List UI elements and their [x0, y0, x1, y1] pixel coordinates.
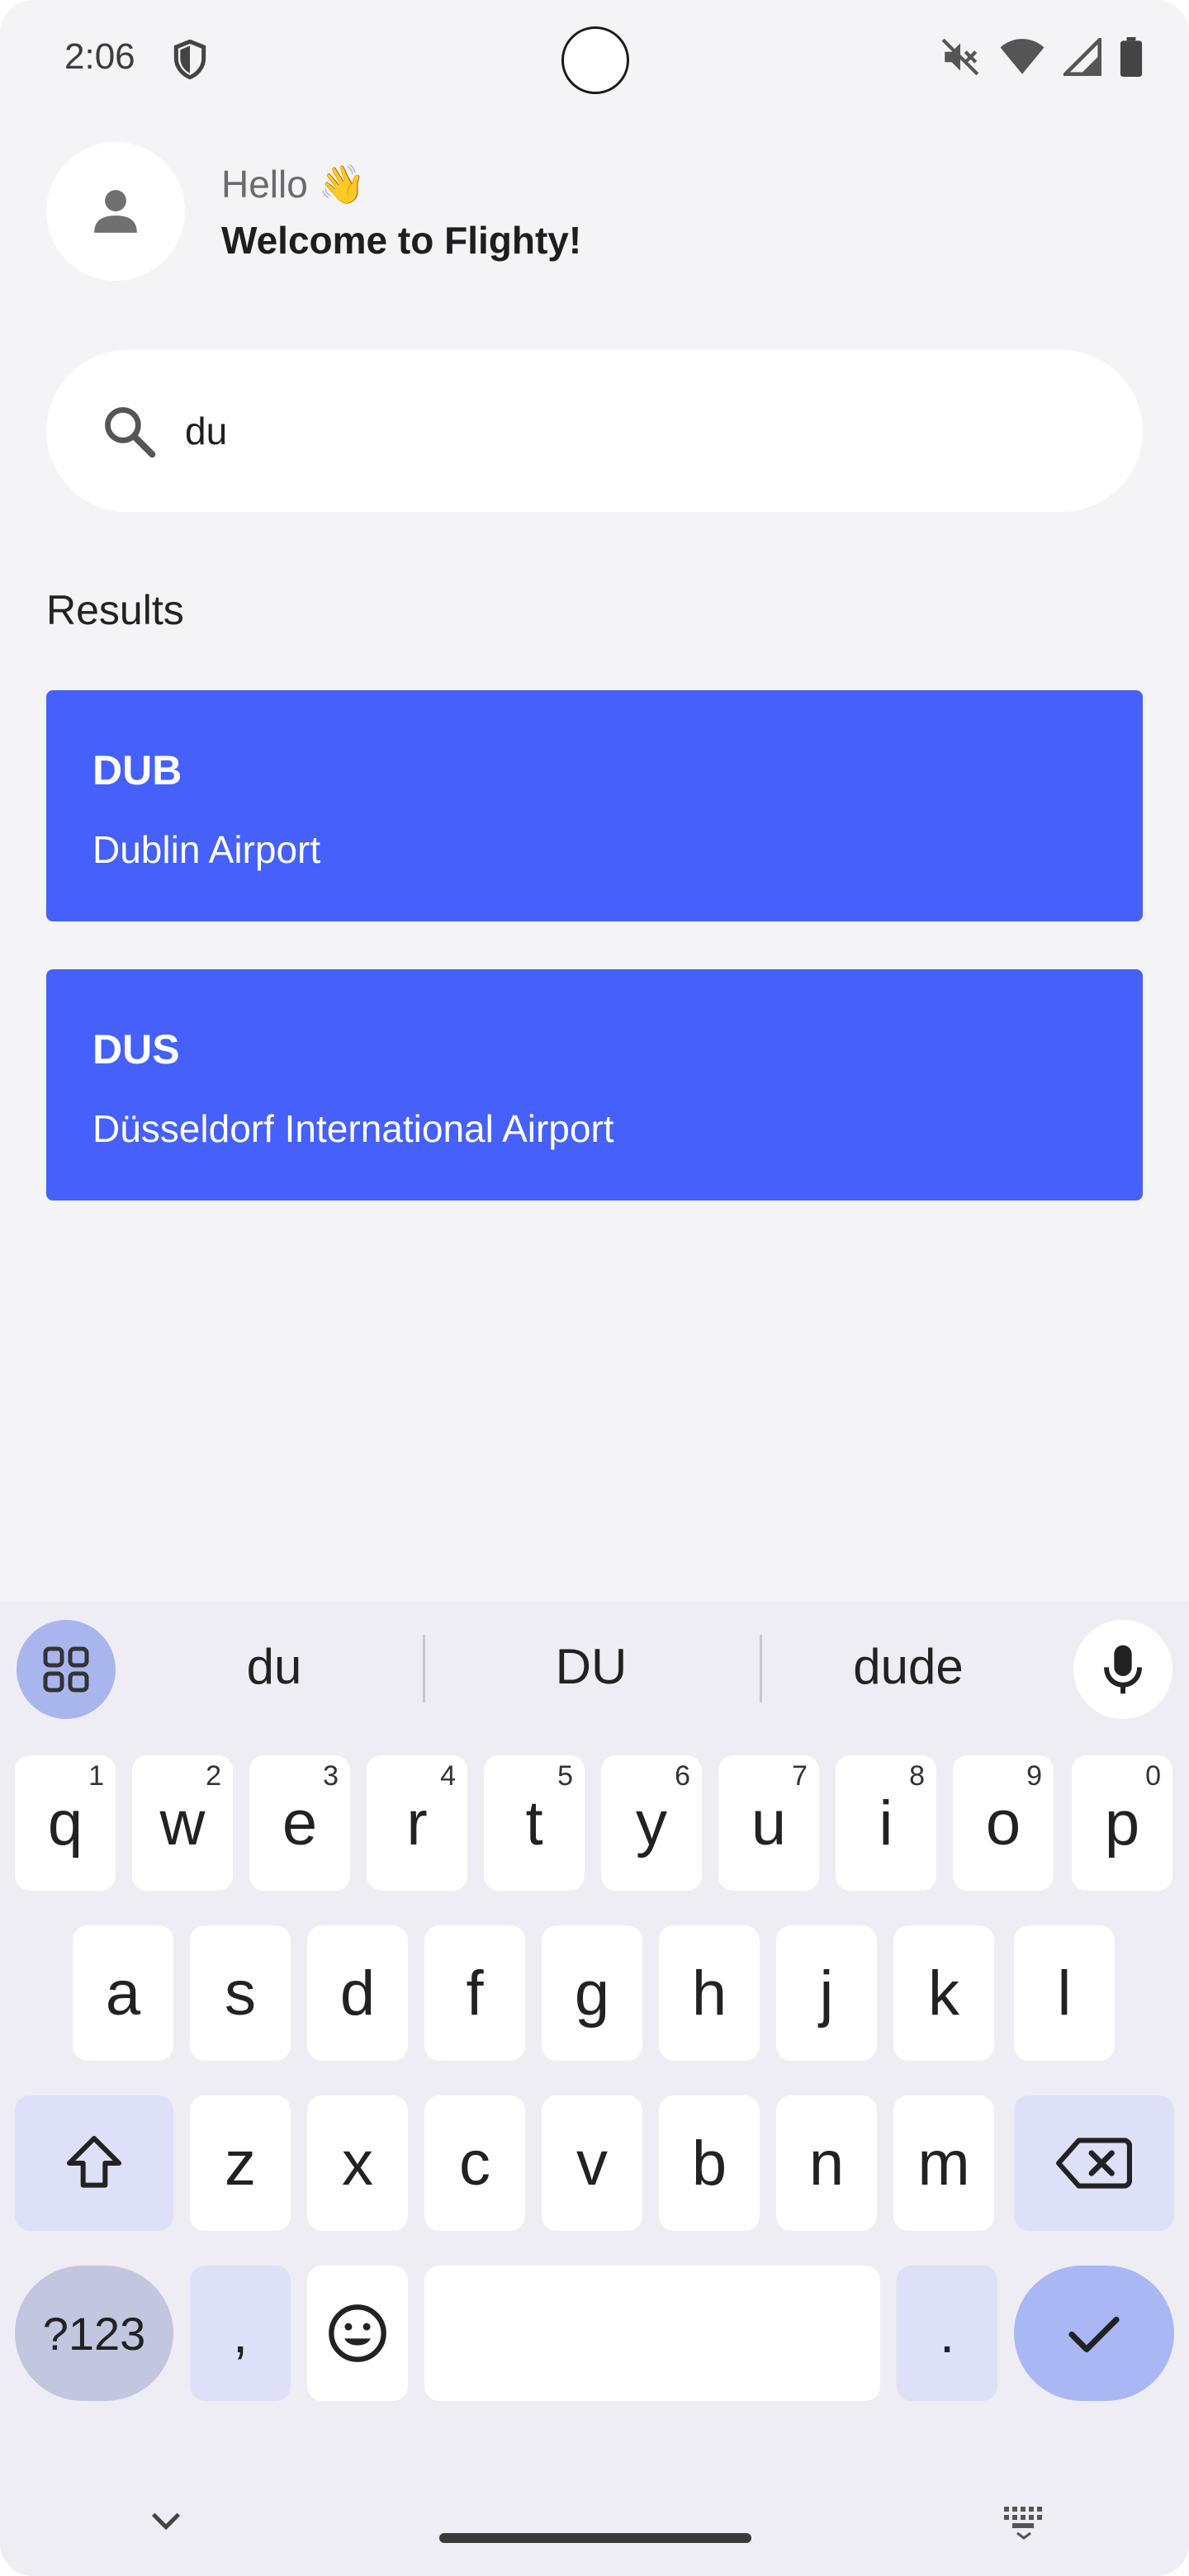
key-hint: 7 — [792, 1760, 808, 1792]
camera-cutout — [561, 26, 629, 94]
key-label: i — [879, 1788, 893, 1859]
suggestion-item[interactable]: du — [150, 1638, 398, 1695]
emoji-key[interactable] — [307, 2266, 408, 2401]
search-bar[interactable] — [46, 350, 1143, 512]
status-bar: 2:06 — [0, 0, 1189, 116]
key-hint: 5 — [557, 1760, 573, 1792]
key-y[interactable]: y6 — [601, 1755, 702, 1891]
key-g[interactable]: g — [542, 1925, 642, 2061]
key-s[interactable]: s — [190, 1925, 291, 2061]
key-label: w — [159, 1788, 206, 1859]
key-label: y — [636, 1788, 667, 1859]
key-a[interactable]: a — [73, 1925, 173, 2061]
signal-icon — [1063, 38, 1101, 76]
emoji-icon — [329, 2304, 386, 2362]
key-d[interactable]: d — [307, 1925, 408, 2061]
key-p[interactable]: p0 — [1072, 1755, 1172, 1891]
airport-code: DUS — [92, 1026, 180, 1073]
shift-icon — [67, 2136, 121, 2188]
backspace-icon — [1056, 2138, 1132, 2189]
status-time: 2:06 — [64, 36, 135, 77]
key-u[interactable]: u7 — [718, 1755, 819, 1891]
key-z[interactable]: z — [190, 2095, 291, 2231]
shield-icon — [173, 40, 206, 79]
key-hint: 6 — [675, 1760, 690, 1792]
avatar[interactable] — [46, 142, 185, 281]
keyboard-switch-icon[interactable] — [1001, 2500, 1047, 2540]
key-c[interactable]: c — [424, 2095, 525, 2231]
voice-input-button[interactable] — [1073, 1620, 1172, 1719]
greeting-text: Hello 👋 — [221, 163, 366, 206]
key-j[interactable]: j — [776, 1925, 877, 2061]
key-label: p — [1104, 1788, 1140, 1859]
key-w[interactable]: w2 — [132, 1755, 233, 1891]
key-i[interactable]: i8 — [836, 1755, 936, 1891]
key-t[interactable]: t5 — [484, 1755, 585, 1891]
key-b[interactable]: b — [659, 2095, 760, 2231]
key-m[interactable]: m — [893, 2095, 994, 2231]
key-h[interactable]: h — [659, 1925, 760, 2061]
symbols-key[interactable]: ?123 — [15, 2266, 173, 2401]
backspace-key[interactable] — [1014, 2095, 1174, 2231]
suggestion-item[interactable]: DU — [467, 1638, 715, 1695]
key-label: q — [47, 1788, 83, 1859]
key-q[interactable]: q1 — [15, 1755, 116, 1891]
key-x[interactable]: x — [307, 2095, 408, 2231]
key-label: e — [282, 1788, 318, 1859]
apps-grid-icon — [43, 1646, 89, 1693]
battery-icon — [1120, 37, 1143, 77]
airport-name: Dublin Airport — [92, 828, 321, 871]
key-hint: 3 — [323, 1760, 339, 1792]
key-e[interactable]: e3 — [249, 1755, 350, 1891]
key-f[interactable]: f — [424, 1925, 525, 2061]
keyboard-menu-button[interactable] — [17, 1620, 116, 1719]
key-hint: 1 — [88, 1760, 104, 1792]
microphone-icon — [1104, 1645, 1142, 1694]
home-indicator[interactable] — [439, 2533, 751, 2543]
soft-keyboard: du DU dude q1 w2 e3 r4 t5 y6 u7 i8 o9 p0… — [0, 1602, 1189, 2576]
shift-key[interactable] — [15, 2095, 173, 2231]
key-hint: 9 — [1026, 1760, 1042, 1792]
done-key[interactable] — [1014, 2266, 1174, 2401]
person-icon — [94, 190, 137, 233]
result-card[interactable]: DUS Düsseldorf International Airport — [46, 969, 1143, 1200]
key-o[interactable]: o9 — [953, 1755, 1054, 1891]
key-k[interactable]: k — [893, 1925, 994, 2061]
spacebar[interactable] — [424, 2266, 880, 2401]
mute-icon — [941, 38, 979, 76]
app-screen: 2:06 Hello 👋 Welcome to Flighty! du Resu… — [0, 0, 1189, 2576]
key-label: t — [525, 1788, 543, 1859]
key-label: r — [406, 1788, 428, 1859]
key-label: o — [985, 1788, 1021, 1859]
key-hint: 4 — [440, 1760, 456, 1792]
search-icon — [105, 407, 156, 458]
key-hint: 8 — [909, 1760, 925, 1792]
key-v[interactable]: v — [542, 2095, 642, 2231]
key-r[interactable]: r4 — [367, 1755, 467, 1891]
key-hint: 0 — [1145, 1760, 1161, 1792]
key-n[interactable]: n — [776, 2095, 877, 2231]
chevron-down-icon[interactable] — [147, 2502, 185, 2540]
suggestion-item[interactable]: dude — [784, 1638, 1032, 1695]
key-hint: 2 — [206, 1760, 221, 1792]
wifi-icon — [1000, 39, 1045, 74]
result-card[interactable]: DUB Dublin Airport — [46, 690, 1143, 921]
results-heading: Results — [46, 587, 184, 633]
airport-code: DUB — [92, 747, 182, 793]
key-label: u — [751, 1788, 787, 1859]
period-key[interactable]: . — [897, 2266, 997, 2401]
key-l[interactable]: l — [1014, 1925, 1115, 2061]
welcome-text: Welcome to Flighty! — [221, 219, 582, 262]
suggestion-bar: du DU dude — [0, 1602, 1189, 1734]
checkmark-icon — [1068, 2316, 1120, 2353]
suggestion-divider — [423, 1635, 425, 1702]
airport-name: Düsseldorf International Airport — [92, 1107, 614, 1150]
suggestion-divider — [760, 1635, 762, 1702]
search-input[interactable] — [185, 350, 1093, 512]
comma-key[interactable]: , — [190, 2266, 291, 2401]
